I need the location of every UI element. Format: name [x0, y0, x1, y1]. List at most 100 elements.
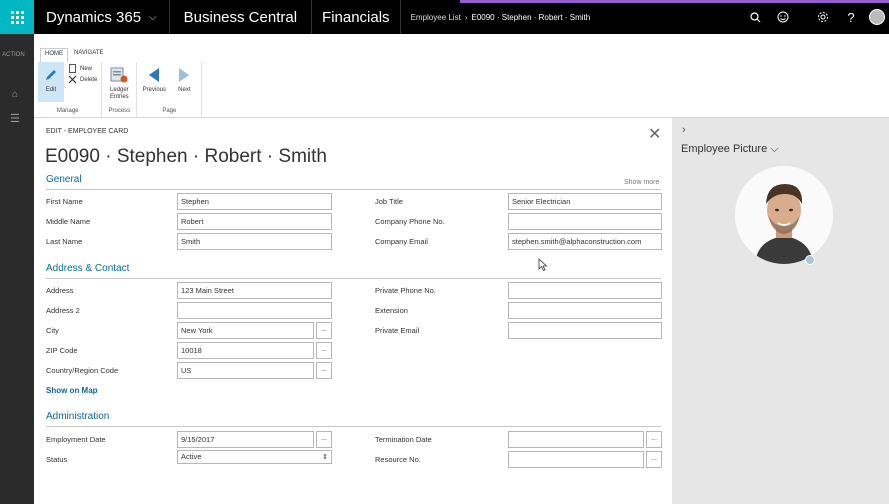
help-button[interactable]: ?	[837, 0, 865, 34]
first-name-label: First Name	[46, 197, 83, 206]
show-more-link[interactable]: Show more	[624, 179, 659, 186]
brand-menu[interactable]: Dynamics 365 ⌵	[34, 0, 170, 34]
resource-no-field[interactable]	[508, 451, 644, 468]
zip-code-label: ZIP Code	[46, 346, 78, 355]
new-label: New	[80, 65, 93, 72]
company-email-label: Company Email	[375, 237, 428, 246]
feedback-button[interactable]	[769, 0, 797, 34]
group-label-manage: Manage	[56, 108, 79, 114]
middle-name-field[interactable]: Robert	[177, 213, 332, 230]
ribbon: HOME NAVIGATE Edit New Delete Manage Led…	[34, 34, 889, 118]
section-general-heading[interactable]: General	[46, 174, 82, 185]
employment-date-field[interactable]: 9/15/2017	[177, 431, 314, 448]
hamburger-icon[interactable]: ☰	[10, 112, 20, 125]
address-label: Address	[46, 286, 74, 295]
new-button[interactable]: New	[68, 64, 97, 73]
private-phone-field[interactable]	[508, 282, 662, 299]
person-photo-icon	[735, 166, 833, 264]
address2-label: Address 2	[46, 306, 80, 315]
card-caption: EDIT - EMPLOYEE CARD	[46, 128, 129, 135]
edit-label: Edit	[45, 87, 57, 93]
private-email-label: Private Email	[375, 326, 420, 335]
status-label: Status	[46, 455, 68, 464]
home-icon[interactable]: ⌂	[12, 89, 18, 100]
company-email-field[interactable]: stephen.smith@alphaconstruction.com	[508, 233, 662, 250]
resource-lookup-button[interactable]: ...	[646, 451, 662, 468]
search-icon	[749, 11, 760, 22]
extension-label: Extension	[375, 306, 408, 315]
new-document-icon	[69, 64, 76, 73]
section-administration-heading[interactable]: Administration	[46, 411, 109, 422]
close-icon[interactable]: ✕	[648, 124, 661, 144]
breadcrumb-employee-list[interactable]: Employee List	[411, 13, 461, 22]
group-label-process: Process	[108, 108, 131, 114]
tab-navigate[interactable]: NAVIGATE	[70, 48, 107, 62]
city-lookup-button[interactable]: ...	[316, 322, 332, 339]
section-divider	[46, 278, 661, 279]
ledger-entries-button[interactable]: Ledger Entries	[106, 62, 132, 102]
private-phone-label: Private Phone No.	[375, 286, 436, 295]
show-on-map-link[interactable]: Show on Map	[46, 386, 98, 395]
last-name-label: Last Name	[46, 237, 83, 246]
app-launcher-button[interactable]	[0, 0, 34, 34]
section-address-heading[interactable]: Address & Contact	[46, 263, 129, 274]
termination-date-picker-button[interactable]: ...	[646, 431, 662, 448]
collapse-pane-icon[interactable]: ›	[682, 124, 686, 136]
middle-name-label: Middle Name	[46, 217, 91, 226]
employee-photo[interactable]	[735, 166, 833, 264]
city-field[interactable]: New York	[177, 322, 314, 339]
zip-code-field[interactable]: 10018	[177, 342, 314, 359]
zip-lookup-button[interactable]: ...	[316, 342, 332, 359]
product-name[interactable]: Business Central	[170, 0, 313, 34]
country-label: Country/Region Code	[46, 366, 119, 375]
employment-date-picker-button[interactable]: ...	[316, 431, 332, 448]
chevron-down-icon: ⌵	[770, 143, 779, 155]
smiley-icon	[777, 11, 789, 23]
search-button[interactable]	[741, 0, 769, 34]
last-name-field[interactable]: Smith	[177, 233, 332, 250]
address-field[interactable]: 123 Main Street	[177, 282, 332, 299]
factbox-pane: › Employee Picture ⌵	[672, 118, 889, 504]
pencil-icon	[46, 70, 56, 80]
tab-home[interactable]: HOME	[40, 48, 68, 62]
user-avatar[interactable]	[869, 9, 885, 25]
status-select[interactable]: Active ⇕	[177, 450, 332, 464]
job-title-field[interactable]: Senior Electrician	[508, 193, 662, 210]
country-field[interactable]: US	[177, 362, 314, 379]
chevron-right-icon: ›	[464, 12, 468, 22]
group-page: Previous Next Page	[137, 62, 203, 118]
ledger-icon	[110, 67, 128, 83]
mouse-cursor-icon	[538, 258, 548, 272]
breadcrumb-current: E0090 · Stephen · Robert · Smith	[471, 12, 591, 22]
job-title-label: Job Title	[375, 197, 403, 206]
edit-button[interactable]: Edit	[38, 62, 64, 102]
country-lookup-button[interactable]: ...	[316, 362, 332, 379]
private-email-field[interactable]	[508, 322, 662, 339]
arrow-left-icon	[149, 68, 160, 82]
ledger-entries-label: Ledger Entries	[110, 87, 129, 100]
first-name-field[interactable]: Stephen	[177, 193, 332, 210]
section-divider	[46, 189, 661, 190]
arrow-right-icon	[179, 68, 190, 82]
delete-button[interactable]: Delete	[68, 75, 97, 84]
delete-icon	[68, 75, 77, 84]
ribbon-groups: Edit New Delete Manage Ledger Entries Pr…	[34, 62, 889, 118]
address2-field[interactable]	[177, 302, 332, 319]
waffle-icon	[10, 10, 24, 24]
group-process: Ledger Entries Process	[102, 62, 138, 118]
extension-field[interactable]	[508, 302, 662, 319]
settings-button[interactable]	[809, 0, 837, 34]
page-title: E0090 · Stephen · Robert · Smith	[45, 146, 327, 167]
next-button[interactable]: Next	[171, 62, 197, 102]
module-name[interactable]: Financials	[312, 0, 401, 34]
left-rail: ACTION ⌂ ☰	[0, 34, 34, 504]
company-phone-field[interactable]	[508, 213, 662, 230]
presence-status-dot	[805, 255, 815, 265]
termination-date-field[interactable]	[508, 431, 644, 448]
previous-label: Previous	[142, 87, 167, 93]
previous-button[interactable]: Previous	[141, 62, 167, 102]
employee-picture-heading[interactable]: Employee Picture ⌵	[681, 143, 779, 156]
company-phone-label: Company Phone No.	[375, 217, 445, 226]
delete-label: Delete	[80, 76, 98, 83]
